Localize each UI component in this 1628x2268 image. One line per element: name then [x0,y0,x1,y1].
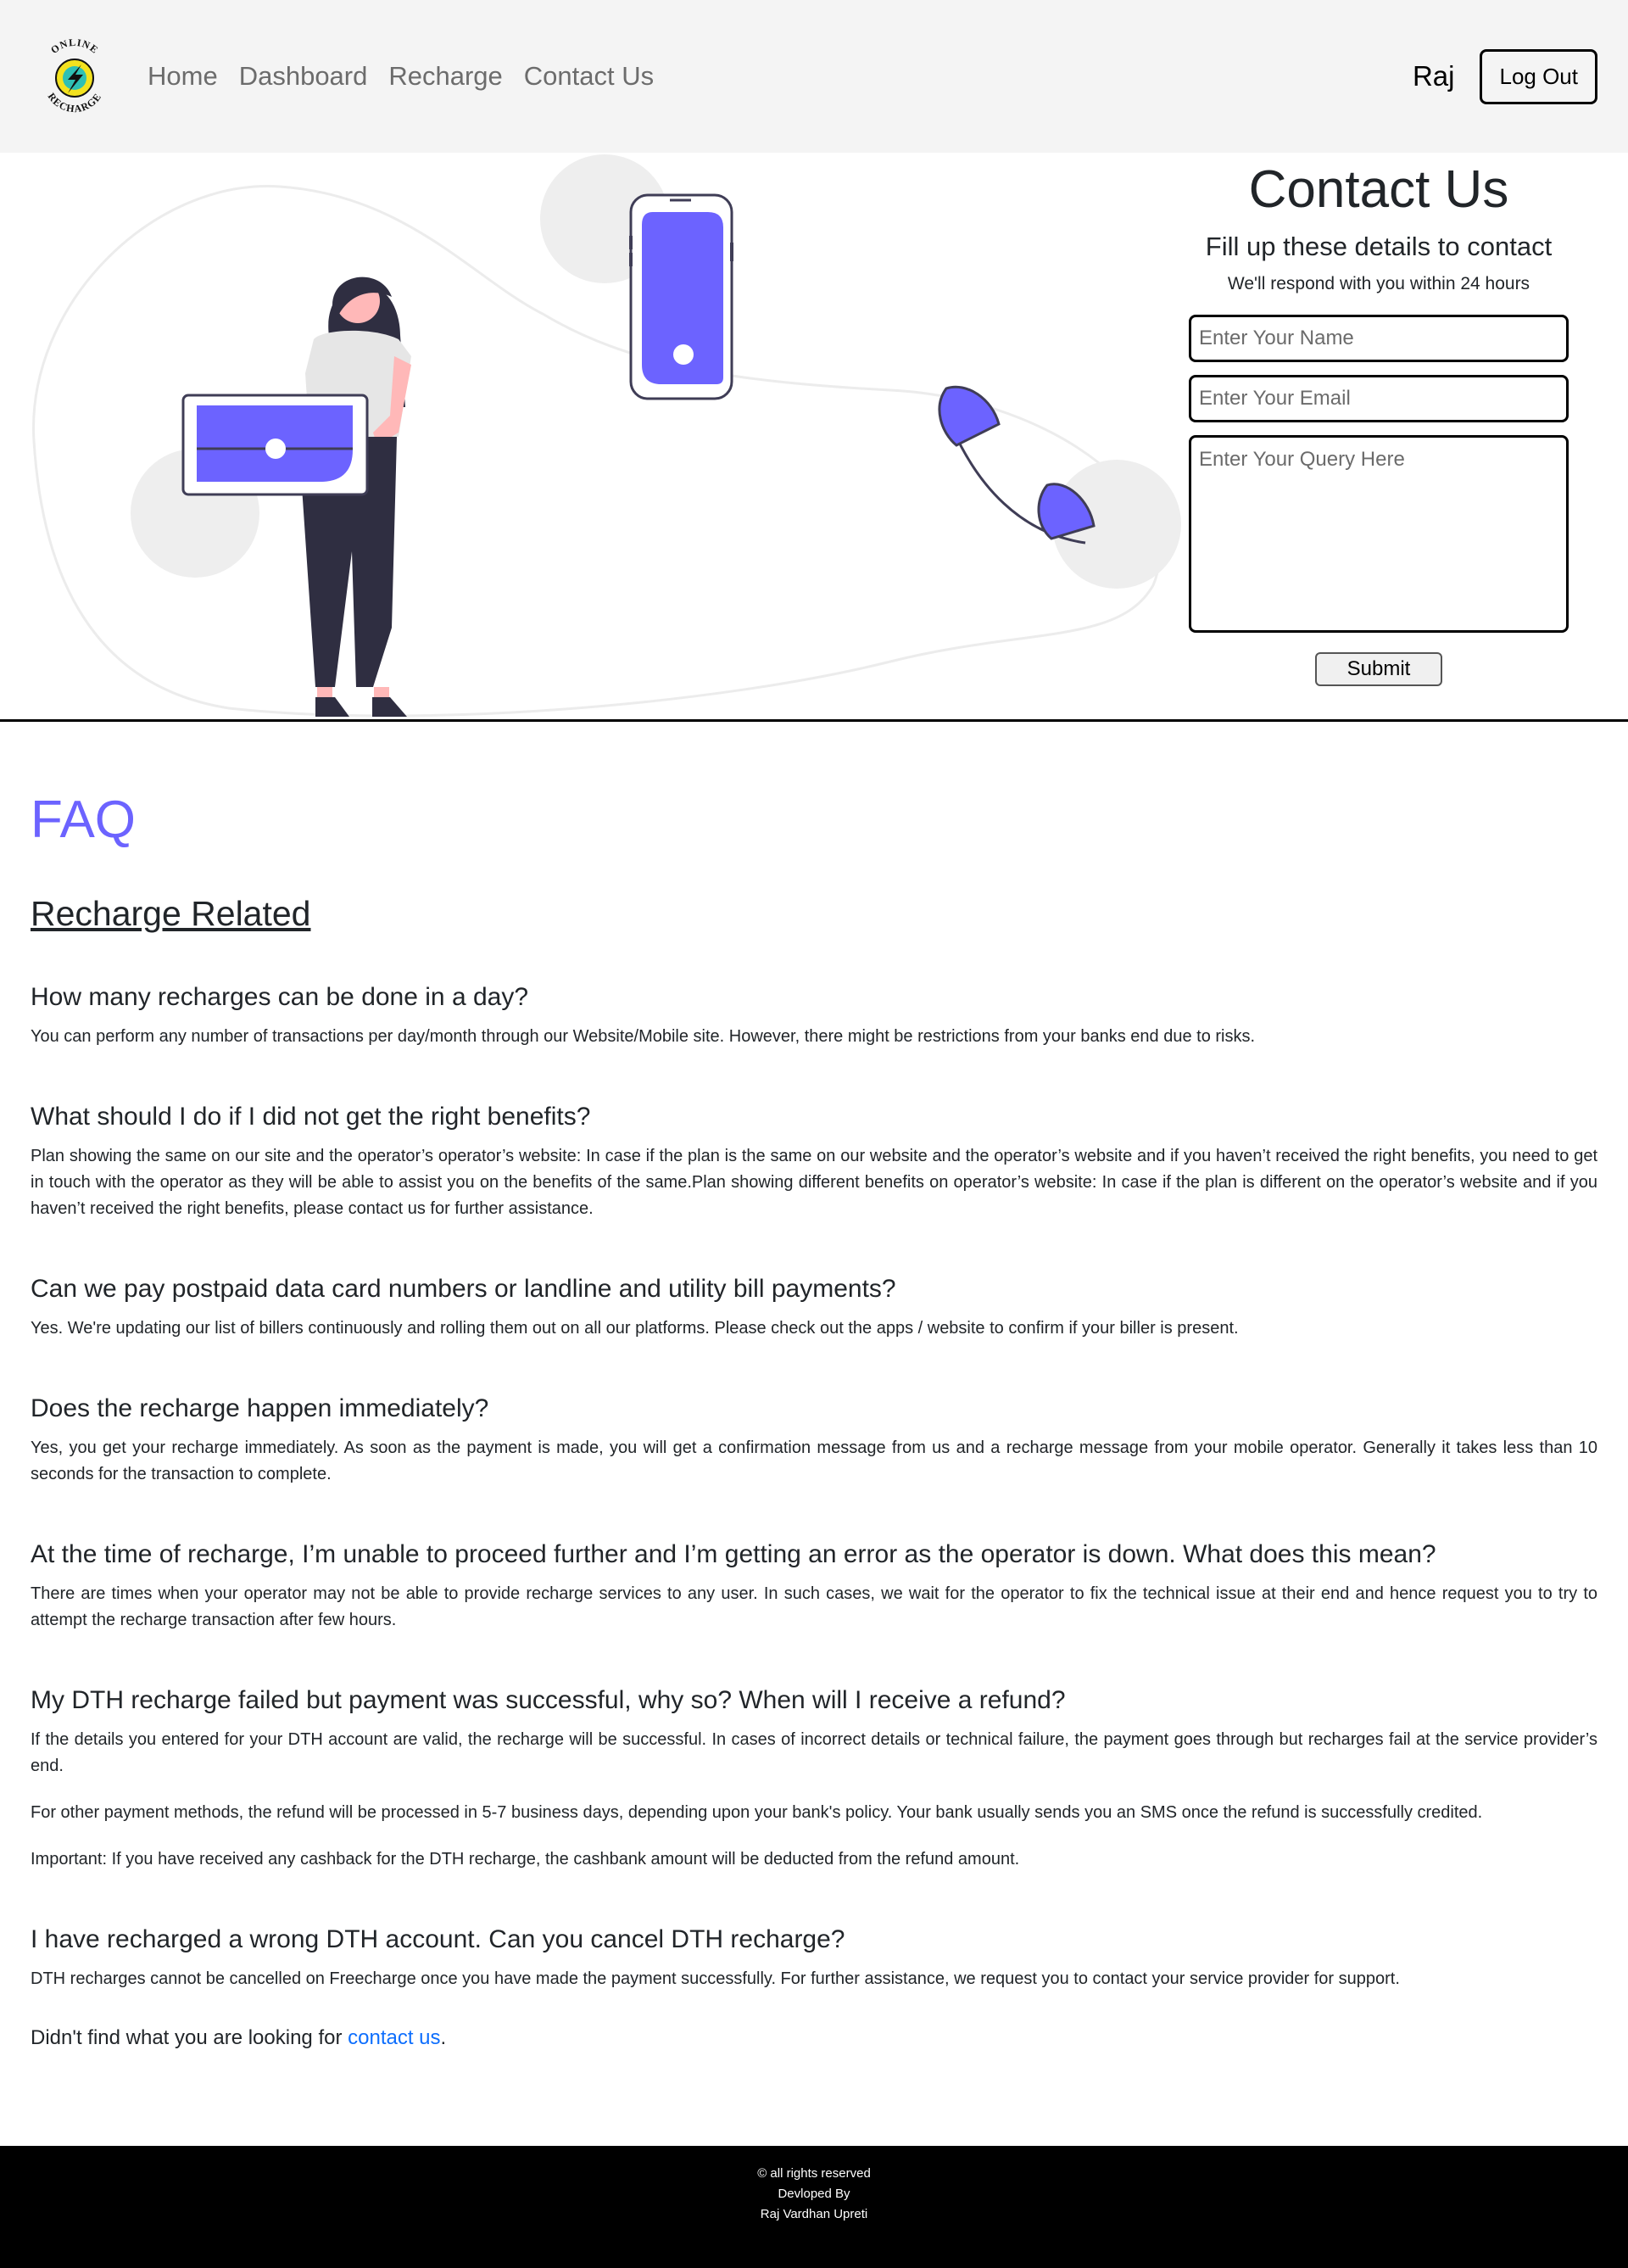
faq-question: Does the recharge happen immediately? [31,1394,489,1422]
user-name: Raj [1412,60,1455,92]
faq-answer: If the details you entered for your DTH … [31,1730,1597,1775]
faq-category-title: Recharge Related [31,894,311,933]
developer-name: Raj Vardhan Upreti [760,2207,868,2221]
faq-footer-text: Didn't find what you are looking for [31,2026,343,2049]
contact-illustration [32,154,1181,718]
smartphone-icon [629,193,733,400]
faq-answer: Plan showing the same on our site and th… [31,1147,1597,1218]
faq-question: At the time of recharge, I’m unable to p… [31,1540,1436,1568]
faq-item: Does the recharge happen immediately? Ye… [31,1394,1597,1488]
nav-link-recharge[interactable]: Recharge [388,61,502,92]
faq-item: What should I do if I did not get the ri… [31,1103,1597,1222]
person-illustration [298,277,411,717]
faq-answer: For other payment methods, the refund wi… [31,1803,1483,1822]
developed-by-label: Devloped By [778,2187,850,2201]
nav-link-dashboard[interactable]: Dashboard [239,61,368,92]
query-textarea[interactable] [1189,435,1569,633]
nav-link-contact-us[interactable]: Contact Us [524,61,654,92]
faq-question: My DTH recharge failed but payment was s… [31,1686,1066,1714]
submit-button[interactable]: Submit [1315,652,1442,686]
wallet-icon [181,394,369,496]
faq-question: What should I do if I did not get the ri… [31,1103,591,1131]
faq-answer: There are times when your operator may n… [31,1584,1597,1629]
nav-link-home[interactable]: Home [148,61,218,92]
faq-item: I have recharged a wrong DTH account. Ca… [31,1925,1597,1992]
page: ONLINE RECHARGE Home Dashboard Recharge … [0,0,1628,2268]
contact-title: Contact Us [1248,160,1509,219]
logout-button[interactable]: Log Out [1480,48,1597,104]
faq-question: Can we pay postpaid data card numbers or… [31,1275,896,1303]
faq-question: I have recharged a wrong DTH account. Ca… [31,1925,845,1953]
contact-note: We'll respond with you within 24 hours [1227,274,1530,293]
faq-item: At the time of recharge, I’m unable to p… [31,1540,1597,1634]
copyright-text: © all rights reserved [757,2166,871,2181]
faq-answer: Important: If you have received any cash… [31,1850,1020,1869]
navbar: ONLINE RECHARGE Home Dashboard Recharge … [0,0,1628,153]
faq-answer: Yes, you get your recharge immediately. … [31,1438,1597,1483]
name-input[interactable] [1189,315,1569,362]
nav-right: Raj Log Out [1412,48,1597,104]
faq-answer: You can perform any number of transactio… [31,1027,1256,1046]
email-input[interactable] [1189,375,1569,422]
faq-item: How many recharges can be done in a day?… [31,983,1597,1050]
faq-item: My DTH recharge failed but payment was s… [31,1686,1597,1873]
contact-form-panel: Contact Us Fill up these details to cont… [1187,153,1570,686]
faq-footer-suffix: . [440,2026,447,2049]
faq-answer: DTH recharges cannot be cancelled on Fre… [31,1969,1400,1988]
svg-text:ONLINE: ONLINE [48,36,101,56]
faq-section: FAQ Recharge Related How many recharges … [0,722,1628,2084]
contact-subtitle: Fill up these details to contact [1205,232,1553,261]
faq-footer-note: Didn't find what you are looking for con… [31,2026,1597,2050]
faq-question: How many recharges can be done in a day? [31,983,529,1011]
faq-item: Can we pay postpaid data card numbers or… [31,1275,1597,1342]
nav-links: Home Dashboard Recharge Contact Us [148,61,654,92]
contact-form: Submit [1187,315,1570,686]
contact-us-link[interactable]: contact us [348,2026,440,2049]
faq-title: FAQ [31,790,137,849]
telephone-handset-icon [938,385,1096,545]
footer: © all rights reserved Devloped By Raj Va… [0,2146,1628,2268]
online-recharge-logo[interactable]: ONLINE RECHARGE [31,32,119,120]
faq-answer: Yes. We're updating our list of billers … [31,1319,1239,1338]
logo-text-top: ONLINE [48,36,100,56]
contact-hero: Contact Us Fill up these details to cont… [0,153,1628,722]
